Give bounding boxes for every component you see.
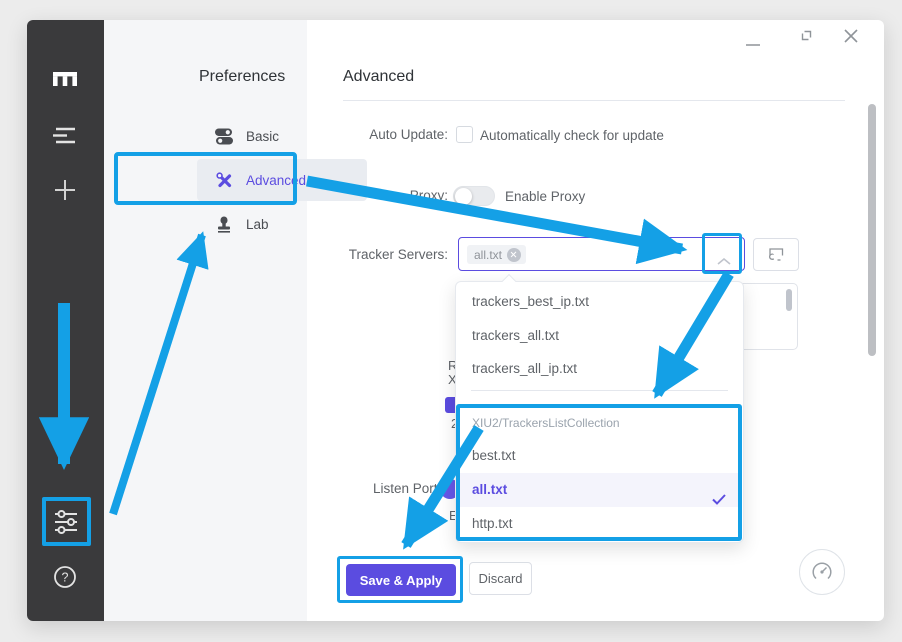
- auto-update-checkbox[interactable]: [456, 126, 473, 143]
- toggles-icon: [214, 128, 234, 145]
- dropdown-item[interactable]: trackers_all.txt: [457, 319, 742, 353]
- save-apply-button[interactable]: Save & Apply: [346, 564, 456, 596]
- svg-text:?: ?: [62, 571, 69, 585]
- chevron-up-icon[interactable]: [717, 252, 731, 270]
- dropdown-group-label: XIU2/TrackersListCollection: [457, 410, 742, 436]
- screenshot-canvas: ? Preferences Basic: [0, 0, 902, 642]
- proxy-toggle-label: Enable Proxy: [505, 189, 585, 204]
- title-divider: [343, 100, 845, 101]
- app-window: ? Preferences Basic: [27, 20, 884, 621]
- tag-remove-icon[interactable]: [507, 248, 521, 262]
- nav-item-label: Basic: [246, 129, 279, 144]
- preferences-panel: Preferences Basic: [104, 20, 307, 621]
- maximize-icon[interactable]: [799, 28, 814, 48]
- settings-icon[interactable]: [53, 509, 79, 540]
- motrix-logo: [50, 67, 80, 96]
- content-scrollbar-thumb[interactable]: [868, 104, 876, 356]
- close-icon[interactable]: [844, 29, 858, 48]
- textarea-scrollbar-thumb[interactable]: [786, 289, 792, 311]
- page-title: Advanced: [343, 68, 414, 86]
- discard-button[interactable]: Discard: [469, 562, 532, 595]
- dropdown-item-selected[interactable]: all.txt: [457, 473, 742, 507]
- proxy-toggle[interactable]: [453, 186, 495, 206]
- dropdown-item[interactable]: http.txt: [457, 507, 742, 541]
- nav-item-label: Advanced: [246, 173, 306, 188]
- speed-limit-button[interactable]: [799, 549, 845, 595]
- add-task-icon[interactable]: [54, 179, 76, 206]
- dropdown-item[interactable]: trackers_best_ip.txt: [457, 285, 742, 319]
- toggle-knob: [455, 188, 472, 205]
- dropdown-item[interactable]: trackers_all_ip.txt: [457, 352, 742, 386]
- tracker-dropdown: trackers_best_ip.txt trackers_all.txt tr…: [455, 281, 744, 543]
- dropdown-item[interactable]: best.txt: [457, 439, 742, 473]
- proxy-label: Proxy:: [288, 188, 448, 203]
- speed-gauge-icon: [808, 558, 836, 586]
- task-list-icon[interactable]: [52, 126, 78, 150]
- listen-ports-label: Listen Ports:: [288, 481, 448, 496]
- app-sidebar: ?: [27, 20, 104, 621]
- dropdown-item-label: all.txt: [472, 482, 507, 497]
- minimize-icon[interactable]: [746, 34, 760, 52]
- nav-item-lab[interactable]: Lab: [197, 203, 367, 245]
- sync-trackers-button[interactable]: [753, 238, 799, 271]
- nav-item-label: Lab: [246, 217, 269, 232]
- preferences-title: Preferences: [199, 68, 285, 86]
- tools-icon: [214, 172, 234, 189]
- dropdown-divider: [471, 390, 728, 391]
- auto-update-checkbox-label: Automatically check for update: [480, 128, 664, 143]
- lab-stamp-icon: [214, 216, 234, 233]
- tracker-servers-label: Tracker Servers:: [288, 247, 448, 262]
- help-icon[interactable]: ?: [53, 565, 77, 594]
- tag-label: all.txt: [474, 248, 502, 262]
- auto-update-label: Auto Update:: [288, 127, 448, 142]
- tracker-servers-select[interactable]: all.txt: [458, 237, 745, 271]
- sync-icon: [767, 247, 785, 263]
- selected-tag: all.txt: [467, 245, 526, 264]
